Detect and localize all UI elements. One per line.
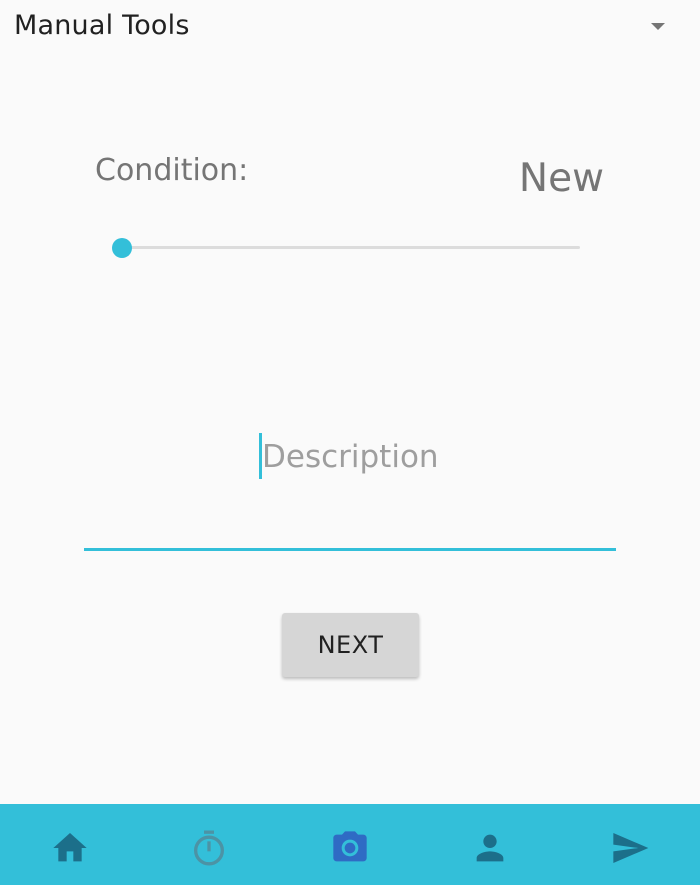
next-button[interactable]: NEXT bbox=[282, 613, 419, 677]
nav-send[interactable] bbox=[610, 828, 650, 868]
condition-slider[interactable] bbox=[112, 236, 580, 260]
slider-thumb[interactable] bbox=[112, 238, 132, 258]
nav-camera[interactable] bbox=[330, 828, 370, 868]
nav-timer[interactable] bbox=[189, 828, 229, 868]
category-dropdown[interactable]: Manual Tools bbox=[0, 0, 700, 56]
person-icon bbox=[476, 834, 504, 862]
description-underline bbox=[84, 548, 616, 551]
nav-profile[interactable] bbox=[470, 828, 510, 868]
category-value: Manual Tools bbox=[14, 10, 190, 41]
screen: Manual Tools Condition: New Description … bbox=[0, 0, 700, 885]
timer-icon bbox=[194, 830, 224, 866]
condition-label: Condition: bbox=[95, 153, 249, 188]
send-icon bbox=[613, 833, 649, 863]
condition-value: New bbox=[518, 156, 604, 201]
description-placeholder: Description bbox=[262, 439, 439, 475]
slider-track[interactable] bbox=[122, 246, 580, 249]
camera-icon bbox=[333, 831, 367, 862]
description-input[interactable]: Description bbox=[84, 420, 616, 552]
home-icon bbox=[53, 833, 87, 862]
chevron-down-icon bbox=[651, 23, 665, 30]
nav-home[interactable] bbox=[50, 828, 90, 868]
bottom-navigation bbox=[0, 804, 700, 885]
